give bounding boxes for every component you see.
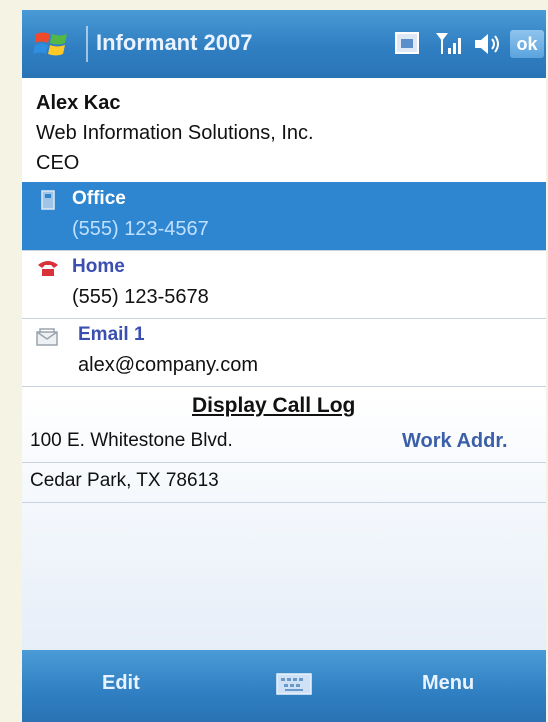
pocket-pc-screen: Informant 2007 ok Alex Kac Web Informati… [22,10,546,722]
divider [22,502,546,503]
divider [22,462,546,463]
address-line-1: 100 E. Whitestone Blvd. [30,430,233,451]
field-value-home: (555) 123-5678 [72,286,209,308]
field-label-email: Email 1 [78,324,145,345]
title-bar: Informant 2007 ok [22,10,546,78]
signal-icon[interactable] [434,30,464,58]
office-phone-icon [41,190,55,210]
menu-softkey[interactable]: Menu [422,672,474,695]
ok-button[interactable]: ok [510,30,544,58]
keyboard-icon[interactable] [276,672,312,696]
contact-detail: Alex Kac Web Information Solutions, Inc.… [22,78,546,650]
field-label-home: Home [72,256,125,277]
contact-name: Alex Kac [36,92,121,114]
home-phone-icon [38,261,58,276]
address-line-2: Cedar Park, TX 78613 [30,470,219,491]
field-value-email: alex@company.com [78,354,258,376]
display-call-log-link[interactable]: Display Call Log [192,394,355,418]
volume-icon[interactable] [472,30,502,58]
edit-softkey[interactable]: Edit [102,672,140,695]
calendar-icon[interactable] [394,30,420,56]
contact-job-title: CEO [36,152,80,174]
soft-key-bar: Edit Menu [22,650,546,722]
divider [22,386,546,387]
field-value-office: (555) 123-4567 [72,218,209,240]
windows-start-icon[interactable] [32,24,72,64]
app-title: Informant 2007 [96,30,253,55]
email-icon [36,328,58,346]
work-address-label[interactable]: Work Addr. [402,430,508,453]
title-separator [86,26,88,62]
field-label-office: Office [72,188,126,209]
contact-company: Web Information Solutions, Inc. [36,122,314,144]
